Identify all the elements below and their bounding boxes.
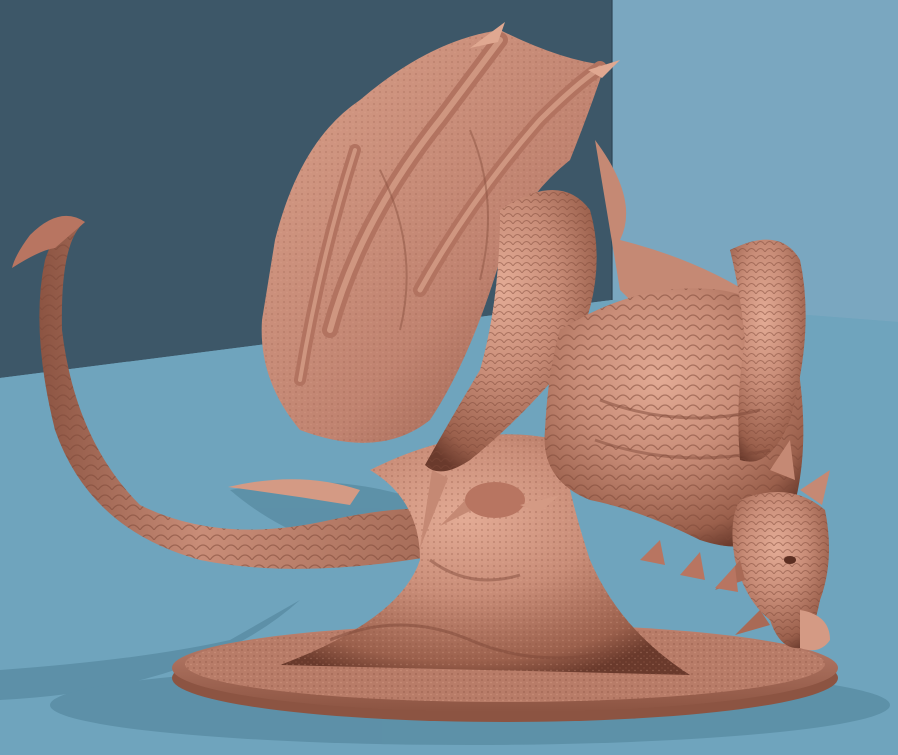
dragon-render-scene [0,0,898,755]
